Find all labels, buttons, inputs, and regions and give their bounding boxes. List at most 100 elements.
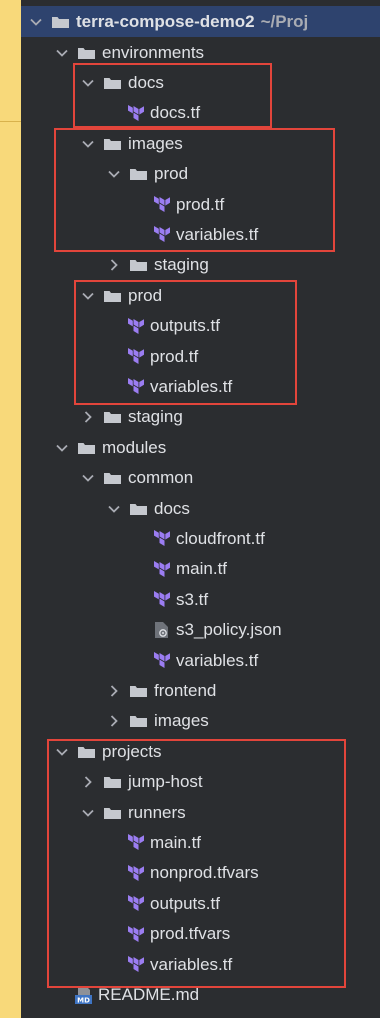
tree-file-row[interactable]: s3_policy.json bbox=[21, 615, 380, 646]
tree-item-label: docs.tf bbox=[150, 103, 201, 123]
tree-file-row[interactable]: MD README.md bbox=[21, 979, 380, 1010]
tree-file-row[interactable]: prod.tf bbox=[21, 189, 380, 220]
terraform-file-icon bbox=[152, 591, 171, 608]
terraform-file-icon bbox=[152, 226, 171, 243]
terraform-file-icon bbox=[152, 530, 171, 547]
tree-item-label: nonprod.tfvars bbox=[150, 863, 259, 883]
tree-item-label: prod.tfvars bbox=[150, 924, 231, 944]
chevron-down-icon[interactable] bbox=[54, 444, 70, 452]
tree-file-row[interactable]: prod.tf bbox=[21, 341, 380, 372]
chevron-down-icon[interactable] bbox=[80, 292, 96, 300]
tree-folder-row[interactable]: modules bbox=[21, 432, 380, 463]
tree-item-label: docs bbox=[154, 498, 190, 518]
tree-folder-row[interactable]: projects bbox=[21, 736, 380, 767]
tree-file-row[interactable]: main.tf bbox=[21, 827, 380, 858]
tree-root-row[interactable]: terra-compose-demo2 ~/Proj bbox=[21, 6, 380, 37]
tree-file-row[interactable]: variables.tf bbox=[21, 949, 380, 980]
tree-file-row[interactable]: variables.tf bbox=[21, 645, 380, 676]
tree-root-path: ~/Proj bbox=[260, 11, 309, 31]
tree-file-row[interactable]: s3.tf bbox=[21, 584, 380, 615]
tree-item-label: prod.tf bbox=[150, 346, 199, 366]
tree-item-label: variables.tf bbox=[150, 376, 233, 396]
chevron-down-icon[interactable] bbox=[80, 79, 96, 87]
tree-item-label: staging bbox=[154, 255, 209, 275]
chevron-down-icon[interactable] bbox=[54, 49, 70, 57]
tree-item-label: docs bbox=[128, 72, 164, 92]
folder-icon bbox=[78, 442, 95, 454]
folder-icon bbox=[130, 503, 147, 515]
tree-file-row[interactable]: nonprod.tfvars bbox=[21, 858, 380, 889]
folder-icon bbox=[104, 472, 121, 485]
tree-file-row[interactable]: docs.tf bbox=[21, 98, 380, 129]
tree-item-label: projects bbox=[102, 741, 162, 761]
chevron-down-icon[interactable] bbox=[54, 748, 70, 756]
terraform-file-icon bbox=[152, 652, 171, 669]
folder-icon bbox=[104, 138, 121, 150]
terraform-file-icon bbox=[152, 560, 171, 578]
tree-folder-row[interactable]: prod bbox=[21, 159, 380, 190]
markdown-file-icon: MD bbox=[74, 985, 93, 1004]
folder-icon bbox=[78, 746, 95, 758]
tree-item-label: outputs.tf bbox=[150, 893, 220, 913]
terraform-file-icon bbox=[126, 895, 145, 912]
tree-folder-row[interactable]: docs bbox=[21, 493, 380, 524]
tree-item-label: s3_policy.json bbox=[176, 620, 282, 640]
tree-item-label: environments bbox=[102, 42, 205, 62]
terraform-file-icon bbox=[126, 864, 145, 882]
tree-item-label: README.md bbox=[98, 984, 200, 1004]
tree-file-row[interactable]: variables.tf bbox=[21, 219, 380, 250]
tree-file-row[interactable]: main.tf bbox=[21, 554, 380, 585]
terraform-file-icon bbox=[126, 956, 145, 973]
folder-icon bbox=[130, 685, 147, 697]
folder-icon bbox=[104, 411, 121, 424]
tree-item-label: prod.tf bbox=[176, 194, 225, 214]
tree-item-label: main.tf bbox=[150, 832, 202, 852]
tree-item-label: variables.tf bbox=[176, 224, 259, 244]
tree-file-row[interactable]: outputs.tf bbox=[21, 888, 380, 919]
chevron-right-icon[interactable] bbox=[106, 685, 122, 697]
chevron-down-icon[interactable] bbox=[80, 474, 96, 482]
tree-item-label: s3.tf bbox=[176, 589, 209, 609]
chevron-down-icon[interactable] bbox=[106, 170, 122, 178]
chevron-down-icon[interactable] bbox=[80, 140, 96, 148]
tree-folder-row[interactable]: runners bbox=[21, 797, 380, 828]
chevron-right-icon[interactable] bbox=[80, 776, 96, 788]
folder-icon bbox=[104, 77, 121, 89]
json-file-icon bbox=[152, 621, 171, 639]
tree-item-label: runners bbox=[128, 802, 186, 822]
tree-folder-row[interactable]: common bbox=[21, 463, 380, 494]
tree-folder-row[interactable]: environments bbox=[21, 37, 380, 68]
terraform-file-icon bbox=[126, 317, 145, 335]
folder-icon bbox=[52, 16, 69, 28]
tree-file-row[interactable]: prod.tfvars bbox=[21, 919, 380, 950]
tree-file-row[interactable]: outputs.tf bbox=[21, 311, 380, 342]
tree-folder-row[interactable]: images bbox=[21, 706, 380, 737]
folder-icon bbox=[130, 168, 147, 181]
folder-icon bbox=[78, 47, 95, 59]
chevron-right-icon[interactable] bbox=[106, 715, 122, 727]
tree-folder-row[interactable]: prod bbox=[21, 280, 380, 311]
tree-item-label: main.tf bbox=[176, 559, 228, 579]
tree-file-row[interactable]: variables.tf bbox=[21, 371, 380, 402]
tree-file-row[interactable]: cloudfront.tf bbox=[21, 523, 380, 554]
tree-folder-row[interactable]: images bbox=[21, 128, 380, 159]
terraform-file-icon bbox=[126, 925, 145, 943]
chevron-down-icon[interactable] bbox=[28, 18, 44, 26]
chevron-down-icon[interactable] bbox=[106, 505, 122, 513]
tree-item-label: jump-host bbox=[128, 772, 203, 792]
tree-item-label: variables.tf bbox=[150, 954, 233, 974]
tree-item-label: images bbox=[154, 711, 209, 731]
terraform-file-icon bbox=[126, 104, 145, 122]
tree-folder-row[interactable]: docs bbox=[21, 67, 380, 98]
tree-folder-row[interactable]: staging bbox=[21, 250, 380, 281]
tree-folder-row[interactable]: frontend bbox=[21, 675, 380, 706]
chevron-down-icon[interactable] bbox=[80, 809, 96, 817]
terraform-file-icon bbox=[126, 834, 145, 851]
tree-folder-row[interactable]: staging bbox=[21, 402, 380, 433]
chevron-right-icon[interactable] bbox=[80, 411, 96, 423]
terraform-file-icon bbox=[126, 348, 145, 365]
tree-item-label: prod bbox=[154, 164, 189, 184]
tree-folder-row[interactable]: jump-host bbox=[21, 767, 380, 798]
svg-text:MD: MD bbox=[77, 996, 90, 1004]
chevron-right-icon[interactable] bbox=[106, 259, 122, 271]
